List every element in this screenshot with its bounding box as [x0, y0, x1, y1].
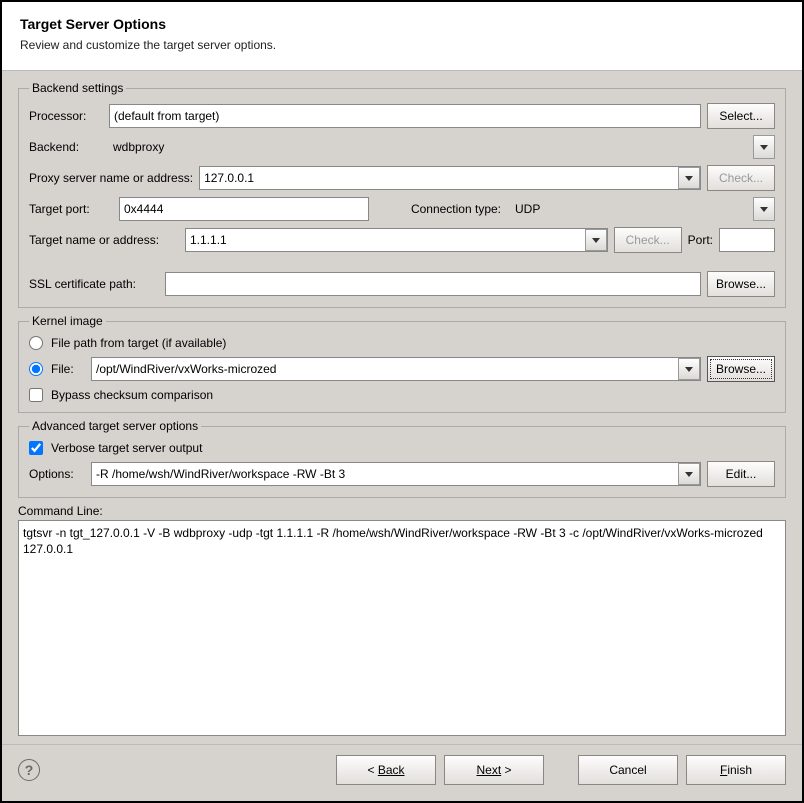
chevron-down-icon[interactable] — [678, 358, 700, 380]
proxy-combo[interactable] — [199, 166, 701, 190]
options-label: Options: — [29, 467, 85, 481]
file-from-target-label[interactable]: File path from target (if available) — [51, 336, 226, 350]
advanced-options-group: Advanced target server options Verbose t… — [18, 419, 786, 498]
processor-label: Processor: — [29, 109, 103, 123]
verbose-label[interactable]: Verbose target server output — [51, 441, 202, 455]
kernel-image-group: Kernel image File path from target (if a… — [18, 314, 786, 413]
file-radio-label[interactable]: File: — [51, 362, 85, 376]
check-addr-button: Check... — [614, 227, 682, 253]
advanced-legend: Advanced target server options — [29, 419, 201, 433]
verbose-checkbox[interactable] — [29, 441, 43, 455]
dialog-window: Target Server Options Review and customi… — [2, 2, 802, 801]
next-button[interactable]: Next > — [444, 755, 544, 785]
target-addr-input[interactable] — [186, 229, 585, 251]
target-port-label: Target port: — [29, 202, 113, 216]
backend-legend: Backend settings — [29, 81, 126, 95]
file-from-target-radio[interactable] — [29, 336, 43, 350]
port-input[interactable] — [719, 228, 775, 252]
help-icon[interactable]: ? — [18, 759, 40, 781]
chevron-down-icon[interactable] — [678, 167, 700, 189]
chevron-down-icon[interactable] — [678, 463, 700, 485]
proxy-label: Proxy server name or address: — [29, 171, 193, 185]
file-combo[interactable] — [91, 357, 701, 381]
select-processor-button[interactable]: Select... — [707, 103, 775, 129]
dialog-footer: ? < Back Next > Cancel Finish — [2, 744, 802, 801]
dialog-content: Backend settings Processor: Select... Ba… — [2, 71, 802, 744]
proxy-input[interactable] — [200, 167, 678, 189]
browse-ssl-button[interactable]: Browse... — [707, 271, 775, 297]
chevron-down-icon[interactable] — [753, 197, 775, 221]
backend-label: Backend: — [29, 140, 103, 154]
page-subtitle: Review and customize the target server o… — [20, 38, 784, 52]
page-title: Target Server Options — [20, 16, 784, 32]
conn-type-combo[interactable]: UDP — [511, 197, 775, 221]
kernel-legend: Kernel image — [29, 314, 106, 328]
target-port-input[interactable] — [119, 197, 369, 221]
conn-type-label: Connection type: — [375, 202, 505, 216]
conn-type-value: UDP — [515, 202, 753, 216]
back-button[interactable]: < Back — [336, 755, 436, 785]
bypass-checksum-label[interactable]: Bypass checksum comparison — [51, 388, 213, 402]
file-radio[interactable] — [29, 362, 43, 376]
backend-combo[interactable]: wdbproxy — [109, 135, 775, 159]
chevron-down-icon[interactable] — [585, 229, 607, 251]
target-addr-label: Target name or address: — [29, 233, 179, 247]
target-addr-combo[interactable] — [185, 228, 608, 252]
chevron-down-icon[interactable] — [753, 135, 775, 159]
processor-input[interactable] — [109, 104, 701, 128]
backend-settings-group: Backend settings Processor: Select... Ba… — [18, 81, 786, 308]
command-line-section: Command Line: tgtsvr -n tgt_127.0.0.1 -V… — [18, 504, 786, 736]
check-proxy-button: Check... — [707, 165, 775, 191]
command-line-textarea[interactable]: tgtsvr -n tgt_127.0.0.1 -V -B wdbproxy -… — [18, 520, 786, 736]
options-input[interactable] — [92, 463, 678, 485]
bypass-checksum-checkbox[interactable] — [29, 388, 43, 402]
options-combo[interactable] — [91, 462, 701, 486]
ssl-label: SSL certificate path: — [29, 277, 159, 291]
ssl-input[interactable] — [165, 272, 701, 296]
cancel-button[interactable]: Cancel — [578, 755, 678, 785]
file-input[interactable] — [92, 358, 678, 380]
edit-options-button[interactable]: Edit... — [707, 461, 775, 487]
command-line-label: Command Line: — [18, 504, 786, 518]
browse-file-button[interactable]: Browse... — [707, 356, 775, 382]
finish-button[interactable]: Finish — [686, 755, 786, 785]
port-label: Port: — [688, 233, 713, 247]
dialog-header: Target Server Options Review and customi… — [2, 2, 802, 71]
backend-value: wdbproxy — [113, 140, 753, 154]
